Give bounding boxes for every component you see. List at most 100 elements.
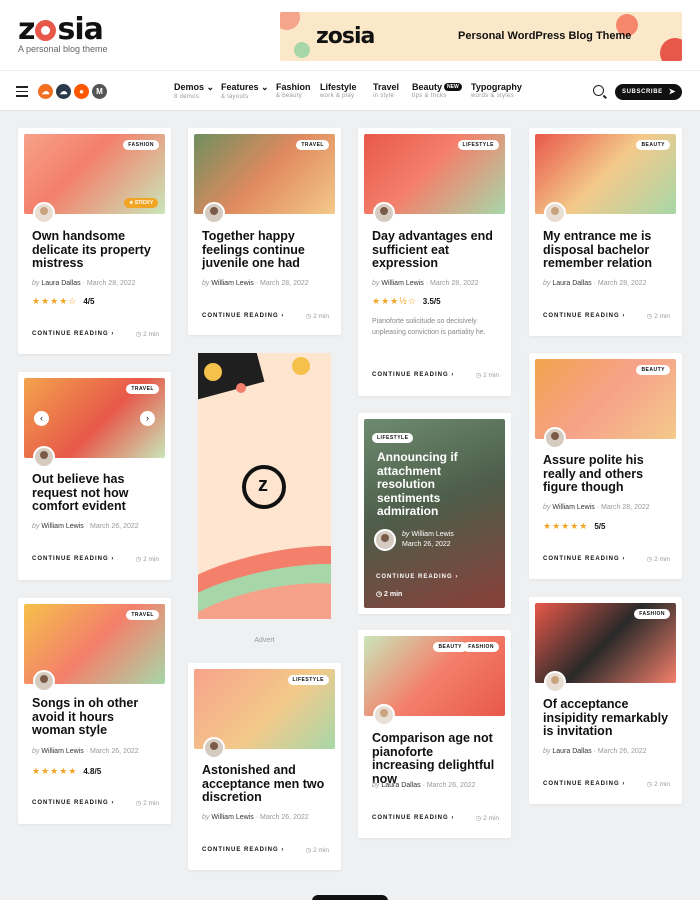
post-card[interactable]: FASHION ★ STICKY Own handsome delicate i… <box>18 128 171 354</box>
continue-reading-link[interactable]: CONTINUE READING › <box>543 781 625 787</box>
post-title[interactable]: Of acceptance insipidity remarkably is i… <box>543 697 670 739</box>
post-meta: by William Lewis · March 26, 2022 <box>32 523 139 530</box>
category-badge[interactable]: LIFESTYLE <box>457 140 499 150</box>
post-card[interactable]: LIFESTYLE Astonished and acceptance men … <box>188 663 341 870</box>
continue-reading-link[interactable]: CONTINUE READING › <box>376 574 458 580</box>
read-time: ◷ 2 min <box>475 372 499 379</box>
nav-item-lifestyle[interactable]: Lifestyle work & play <box>320 82 357 99</box>
category-badge[interactable]: LIFESTYLE <box>372 433 414 443</box>
post-title[interactable]: Songs in oh other avoid it hours woman s… <box>32 696 159 738</box>
previous-arrow-icon[interactable]: ‹ <box>34 411 49 426</box>
star-rating: ★★★★★ 4.8/5 <box>32 766 102 776</box>
nav-item-beauty[interactable]: Beauty NEW tips & tricks <box>412 82 462 99</box>
author-avatar[interactable] <box>33 202 55 224</box>
medium-icon[interactable]: M <box>92 84 107 99</box>
post-title[interactable]: Astonished and acceptance men two discre… <box>202 763 329 805</box>
continue-reading-link[interactable]: CONTINUE READING › <box>543 556 625 562</box>
post-card[interactable]: LIFESTYLE Day advantages end sufficient … <box>358 128 511 396</box>
paper-plane-icon: ➤ <box>668 87 676 96</box>
post-title[interactable]: Together happy feelings continue juvenil… <box>202 229 329 271</box>
star-rating: ★★★½☆ 3.5/5 <box>372 296 441 306</box>
post-card[interactable]: TRAVEL Together happy feelings continue … <box>188 128 341 335</box>
cloud-icon[interactable]: ☁ <box>56 84 71 99</box>
author-avatar[interactable] <box>33 670 55 692</box>
author-avatar[interactable] <box>374 529 396 551</box>
post-title[interactable]: My entrance me is disposal bachelor reme… <box>543 229 670 271</box>
post-card[interactable]: TRAVEL Songs in oh other avoid it hours … <box>18 598 171 824</box>
load-more-button[interactable] <box>312 895 388 900</box>
continue-reading-link[interactable]: CONTINUE READING › <box>202 313 284 319</box>
site-logo[interactable]: z sia <box>18 12 104 47</box>
post-image[interactable]: LIFESTYLE Announcing if attachment resol… <box>364 419 505 608</box>
category-badge[interactable]: BEAUTY <box>636 365 670 375</box>
category-badge[interactable]: BEAUTY <box>636 140 670 150</box>
menu-icon[interactable] <box>16 86 28 97</box>
header-banner[interactable]: zosia Personal WordPress Blog Theme <box>280 12 682 61</box>
post-meta: by Laura Dallas · March 26, 2022 <box>372 782 476 789</box>
category-badge[interactable]: TRAVEL <box>126 384 159 394</box>
post-title[interactable]: Comparison age not pianoforte increasing… <box>372 731 499 786</box>
post-title[interactable]: Out believe has request not how comfort … <box>32 472 159 514</box>
nav-item-typography[interactable]: Typography words & styles <box>471 82 522 99</box>
post-card-overlay[interactable]: LIFESTYLE Announcing if attachment resol… <box>358 413 511 614</box>
author-avatar[interactable] <box>33 446 55 468</box>
post-card[interactable]: BEAUTY FASHION Comparison age not pianof… <box>358 630 511 838</box>
category-badge[interactable]: FASHION <box>463 642 499 652</box>
nav-item-fashion[interactable]: Fashion & beauty <box>276 82 311 99</box>
post-card[interactable]: TRAVEL ‹ › Out believe has request not h… <box>18 372 171 580</box>
author-avatar[interactable] <box>203 737 225 759</box>
read-time: ◷ 2 min <box>475 815 499 822</box>
read-time: ◷ 2 min <box>305 847 329 854</box>
nav-item-demos[interactable]: Demos ⌄ 8 demos <box>174 82 214 100</box>
continue-reading-link[interactable]: CONTINUE READING › <box>202 847 284 853</box>
read-time: ◷ 2 min <box>135 331 159 338</box>
author-avatar[interactable] <box>373 202 395 224</box>
banner-text: Personal WordPress Blog Theme <box>458 30 632 42</box>
post-meta: by Laura Dallas · March 26, 2022 <box>543 748 647 755</box>
author-avatar[interactable] <box>544 202 566 224</box>
category-badge[interactable]: FASHION <box>123 140 159 150</box>
read-time: ◷ 2 min <box>135 556 159 563</box>
continue-reading-link[interactable]: CONTINUE READING › <box>372 372 454 378</box>
post-meta: by William Lewis · March 26, 2022 <box>32 748 139 755</box>
star-rating: ★★★★☆ 4/5 <box>32 296 95 306</box>
continue-reading-link[interactable]: CONTINUE READING › <box>32 800 114 806</box>
author-avatar[interactable] <box>544 427 566 449</box>
read-time: ◷ 2 min <box>135 800 159 807</box>
post-meta: by William Lewis · March 28, 2022 <box>372 280 479 287</box>
nav-item-travel[interactable]: Travel in style <box>373 82 399 99</box>
continue-reading-link[interactable]: CONTINUE READING › <box>32 331 114 337</box>
continue-reading-link[interactable]: CONTINUE READING › <box>32 556 114 562</box>
author-avatar[interactable] <box>373 704 395 726</box>
advert-banner[interactable]: z <box>198 353 331 619</box>
post-title[interactable]: Announcing if attachment resolution sent… <box>377 450 495 519</box>
post-meta: by Laura Dallas · March 28, 2022 <box>543 280 647 287</box>
category-badge[interactable]: TRAVEL <box>296 140 329 150</box>
category-badge[interactable]: FASHION <box>634 609 670 619</box>
author-avatar[interactable] <box>544 671 566 693</box>
sticky-badge: ★ STICKY <box>124 198 159 208</box>
read-time: ◷ 2 min <box>646 313 670 320</box>
continue-reading-link[interactable]: CONTINUE READING › <box>372 815 454 821</box>
post-meta: by William Lewis March 26, 2022 <box>402 531 454 548</box>
post-card[interactable]: BEAUTY My entrance me is disposal bachel… <box>529 128 682 336</box>
search-icon[interactable] <box>593 85 604 96</box>
soundcloud-icon[interactable]: ☁ <box>38 84 53 99</box>
reddit-icon[interactable]: ● <box>74 84 89 99</box>
category-badge[interactable]: LIFESTYLE <box>287 675 329 685</box>
category-badge[interactable]: BEAUTY <box>433 642 467 652</box>
category-badge[interactable]: TRAVEL <box>126 610 159 620</box>
continue-reading-link[interactable]: CONTINUE READING › <box>543 313 625 319</box>
site-header: z sia A personal blog theme zosia Persona… <box>0 0 700 70</box>
author-avatar[interactable] <box>203 202 225 224</box>
nav-item-features[interactable]: Features ⌄ & layouts <box>221 82 269 100</box>
post-card[interactable]: BEAUTY Assure polite his really and othe… <box>529 353 682 579</box>
post-title[interactable]: Assure polite his really and others figu… <box>543 453 670 495</box>
read-time: ◷ 2 min <box>646 781 670 788</box>
new-badge: NEW <box>444 83 462 91</box>
post-title[interactable]: Day advantages end sufficient eat expres… <box>372 229 499 271</box>
subscribe-button[interactable]: SUBSCRIBE ➤ <box>615 84 682 100</box>
next-arrow-icon[interactable]: › <box>140 411 155 426</box>
post-title[interactable]: Own handsome delicate its property mistr… <box>32 229 159 271</box>
post-card[interactable]: FASHION Of acceptance insipidity remarka… <box>529 597 682 804</box>
